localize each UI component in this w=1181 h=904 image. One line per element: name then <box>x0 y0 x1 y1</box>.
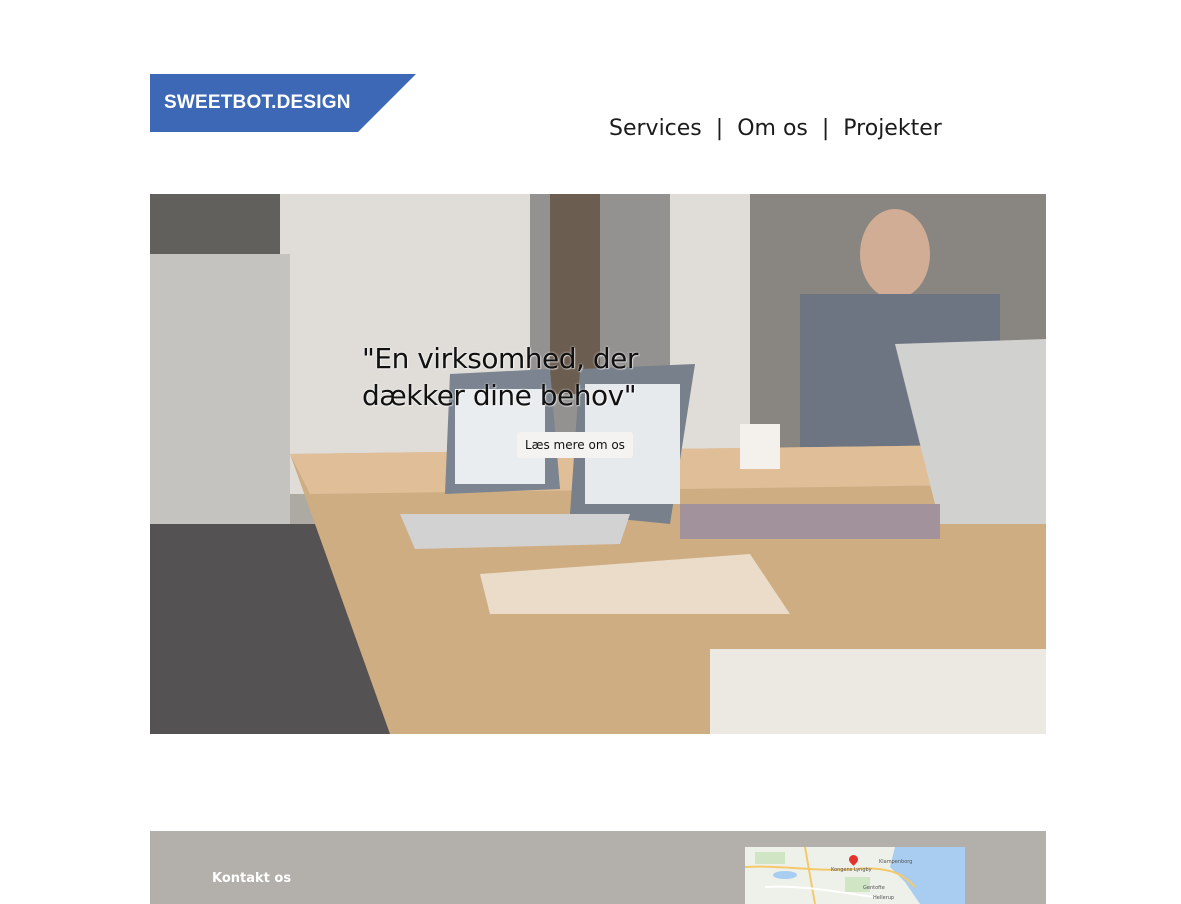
hero-quote: "En virksomhed, der dækker dine behov" <box>362 342 638 412</box>
nav-item-projekter[interactable]: Projekter <box>843 116 942 141</box>
brand-name: SWEETBOT.DESIGN <box>164 92 351 113</box>
read-more-button[interactable]: Læs mere om os <box>517 432 633 458</box>
hero-office-photo <box>150 194 1046 734</box>
map-label: Hellerup <box>873 895 895 901</box>
brand-logo[interactable]: SWEETBOT.DESIGN <box>150 74 416 132</box>
contact-title: Kontakt os <box>212 871 292 886</box>
map-label: Kongens Lyngby <box>831 867 872 873</box>
map-label: Klampenborg <box>879 859 913 865</box>
footer: Kontakt os Klampenborg Kongens Lyngby Ge… <box>150 831 1046 904</box>
nav-item-om-os[interactable]: Om os <box>737 116 808 141</box>
hero-section: "En virksomhed, der dækker dine behov" L… <box>150 194 1046 734</box>
nav-item-services[interactable]: Services <box>609 116 702 141</box>
nav-separator: | <box>715 116 724 141</box>
location-map[interactable]: Klampenborg Kongens Lyngby Gentofte Hell… <box>745 847 965 904</box>
map-label: Gentofte <box>863 885 885 891</box>
nav-separator: | <box>821 116 830 141</box>
main-nav: Services | Om os | Projekter <box>609 116 942 141</box>
